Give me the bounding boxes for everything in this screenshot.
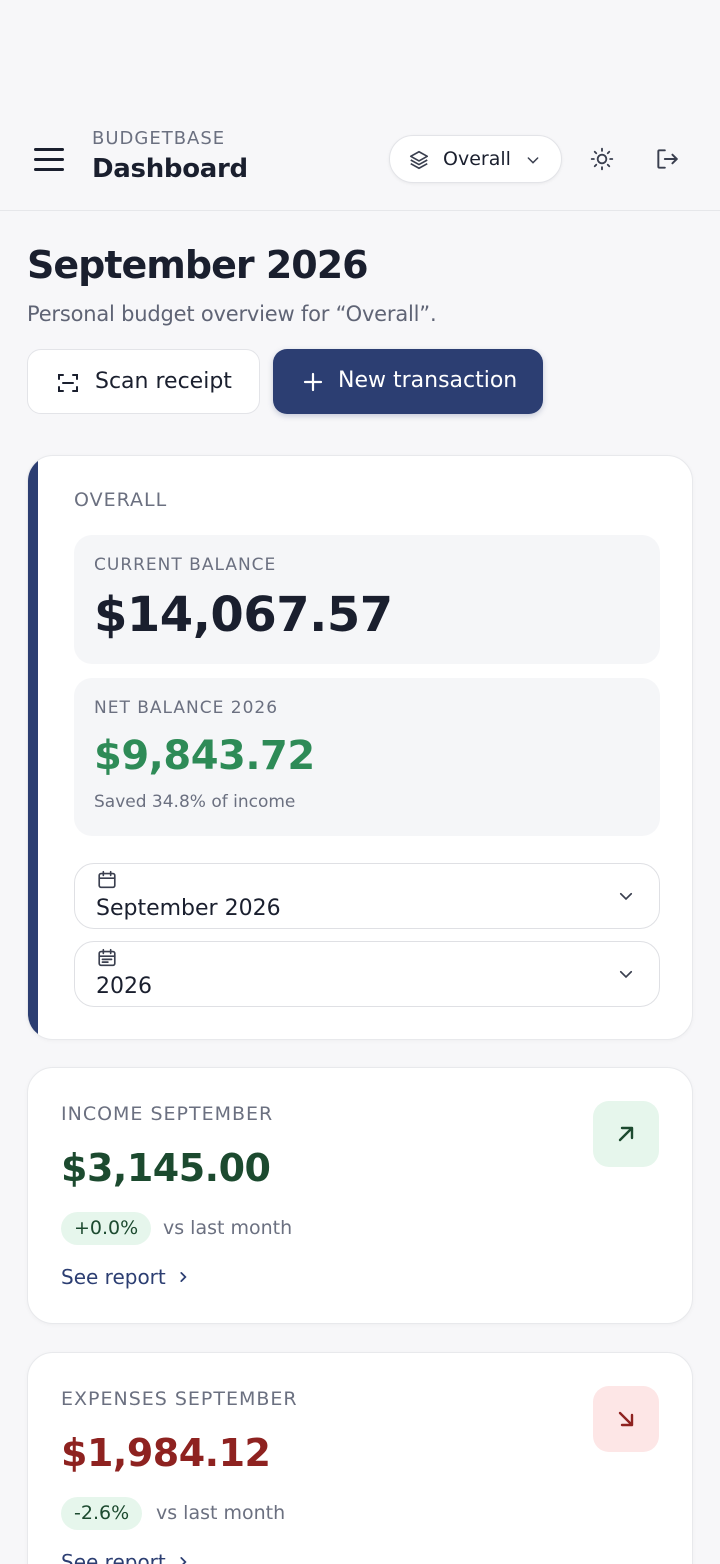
menu-button[interactable] — [30, 140, 68, 178]
card-accent-bar — [28, 456, 38, 1039]
chevron-down-icon — [617, 887, 635, 909]
menu-icon-bar — [34, 158, 64, 161]
income-compare-text: vs last month — [163, 1217, 293, 1239]
savings-note: Saved 34.8% of income — [94, 792, 296, 812]
header-title: Dashboard — [92, 154, 248, 184]
logout-button[interactable] — [647, 139, 687, 179]
chevron-down-icon — [525, 152, 541, 172]
income-label: INCOME SEPTEMBER — [61, 1103, 274, 1125]
menu-icon-bar — [34, 148, 64, 151]
expenses-badge — [593, 1386, 659, 1452]
chevron-down-icon — [617, 965, 635, 987]
expenses-label: EXPENSES SEPTEMBER — [61, 1388, 298, 1410]
plus-icon — [301, 370, 325, 398]
income-see-report-link[interactable]: See report — [61, 1265, 190, 1289]
app-header: BUDGETBASE Dashboard Overall — [0, 0, 720, 211]
new-transaction-label: New transaction — [338, 368, 518, 393]
income-value: $3,145.00 — [61, 1146, 271, 1190]
expenses-value: $1,984.12 — [61, 1431, 271, 1475]
income-change-pill: +0.0% — [61, 1212, 152, 1245]
income-card: INCOME SEPTEMBER $3,145.00 +0.0% vs last… — [27, 1067, 693, 1324]
chevron-right-icon — [180, 1272, 187, 1282]
net-balance-tile: NET BALANCE 2026 $9,843.72 Saved 34.8% o… — [74, 678, 660, 836]
chevron-right-icon — [180, 1557, 187, 1564]
see-report-label: See report — [61, 1265, 166, 1289]
year-picker[interactable]: 2026 — [74, 941, 660, 1007]
current-balance-tile: CURRENT BALANCE $14,067.57 — [74, 535, 660, 664]
income-badge — [593, 1101, 659, 1167]
scope-select-label: Overall — [443, 148, 511, 170]
menu-icon-bar — [34, 168, 64, 171]
page-title: September 2026 — [27, 243, 369, 287]
logout-icon — [657, 149, 678, 169]
theme-toggle-button[interactable] — [582, 139, 622, 179]
month-picker-value: September 2026 — [96, 896, 281, 921]
sun-icon — [590, 147, 614, 171]
overall-card: OVERALL CURRENT BALANCE $14,067.57 NET B… — [27, 455, 693, 1040]
scan-receipt-label: Scan receipt — [95, 369, 232, 394]
net-balance-label: NET BALANCE 2026 — [94, 698, 279, 718]
arrow-down-right-icon — [618, 1411, 634, 1427]
expenses-card: EXPENSES SEPTEMBER $1,984.12 -2.6% vs la… — [27, 1352, 693, 1564]
overall-section-label: OVERALL — [74, 489, 168, 511]
scope-select[interactable]: Overall — [389, 135, 562, 183]
current-balance-label: CURRENT BALANCE — [94, 555, 277, 575]
see-report-label: See report — [61, 1550, 166, 1564]
current-balance-value: $14,067.57 — [94, 587, 393, 643]
new-transaction-button[interactable]: New transaction — [273, 349, 543, 414]
calendar-icon — [96, 869, 118, 895]
expenses-compare-text: vs last month — [156, 1502, 286, 1524]
brand-name: BUDGETBASE — [92, 128, 226, 149]
expenses-see-report-link[interactable]: See report — [61, 1550, 190, 1564]
layers-icon — [408, 149, 430, 175]
month-picker[interactable]: September 2026 — [74, 863, 660, 929]
expenses-change-pill: -2.6% — [61, 1497, 143, 1530]
scan-icon — [56, 371, 80, 399]
page-subtitle: Personal budget overview for “Overall”. — [27, 302, 437, 326]
arrow-up-right-icon — [618, 1126, 634, 1142]
net-balance-value: $9,843.72 — [94, 733, 315, 779]
scan-receipt-button[interactable]: Scan receipt — [27, 349, 260, 414]
year-picker-value: 2026 — [96, 974, 152, 999]
calendar-list-icon — [96, 947, 118, 973]
